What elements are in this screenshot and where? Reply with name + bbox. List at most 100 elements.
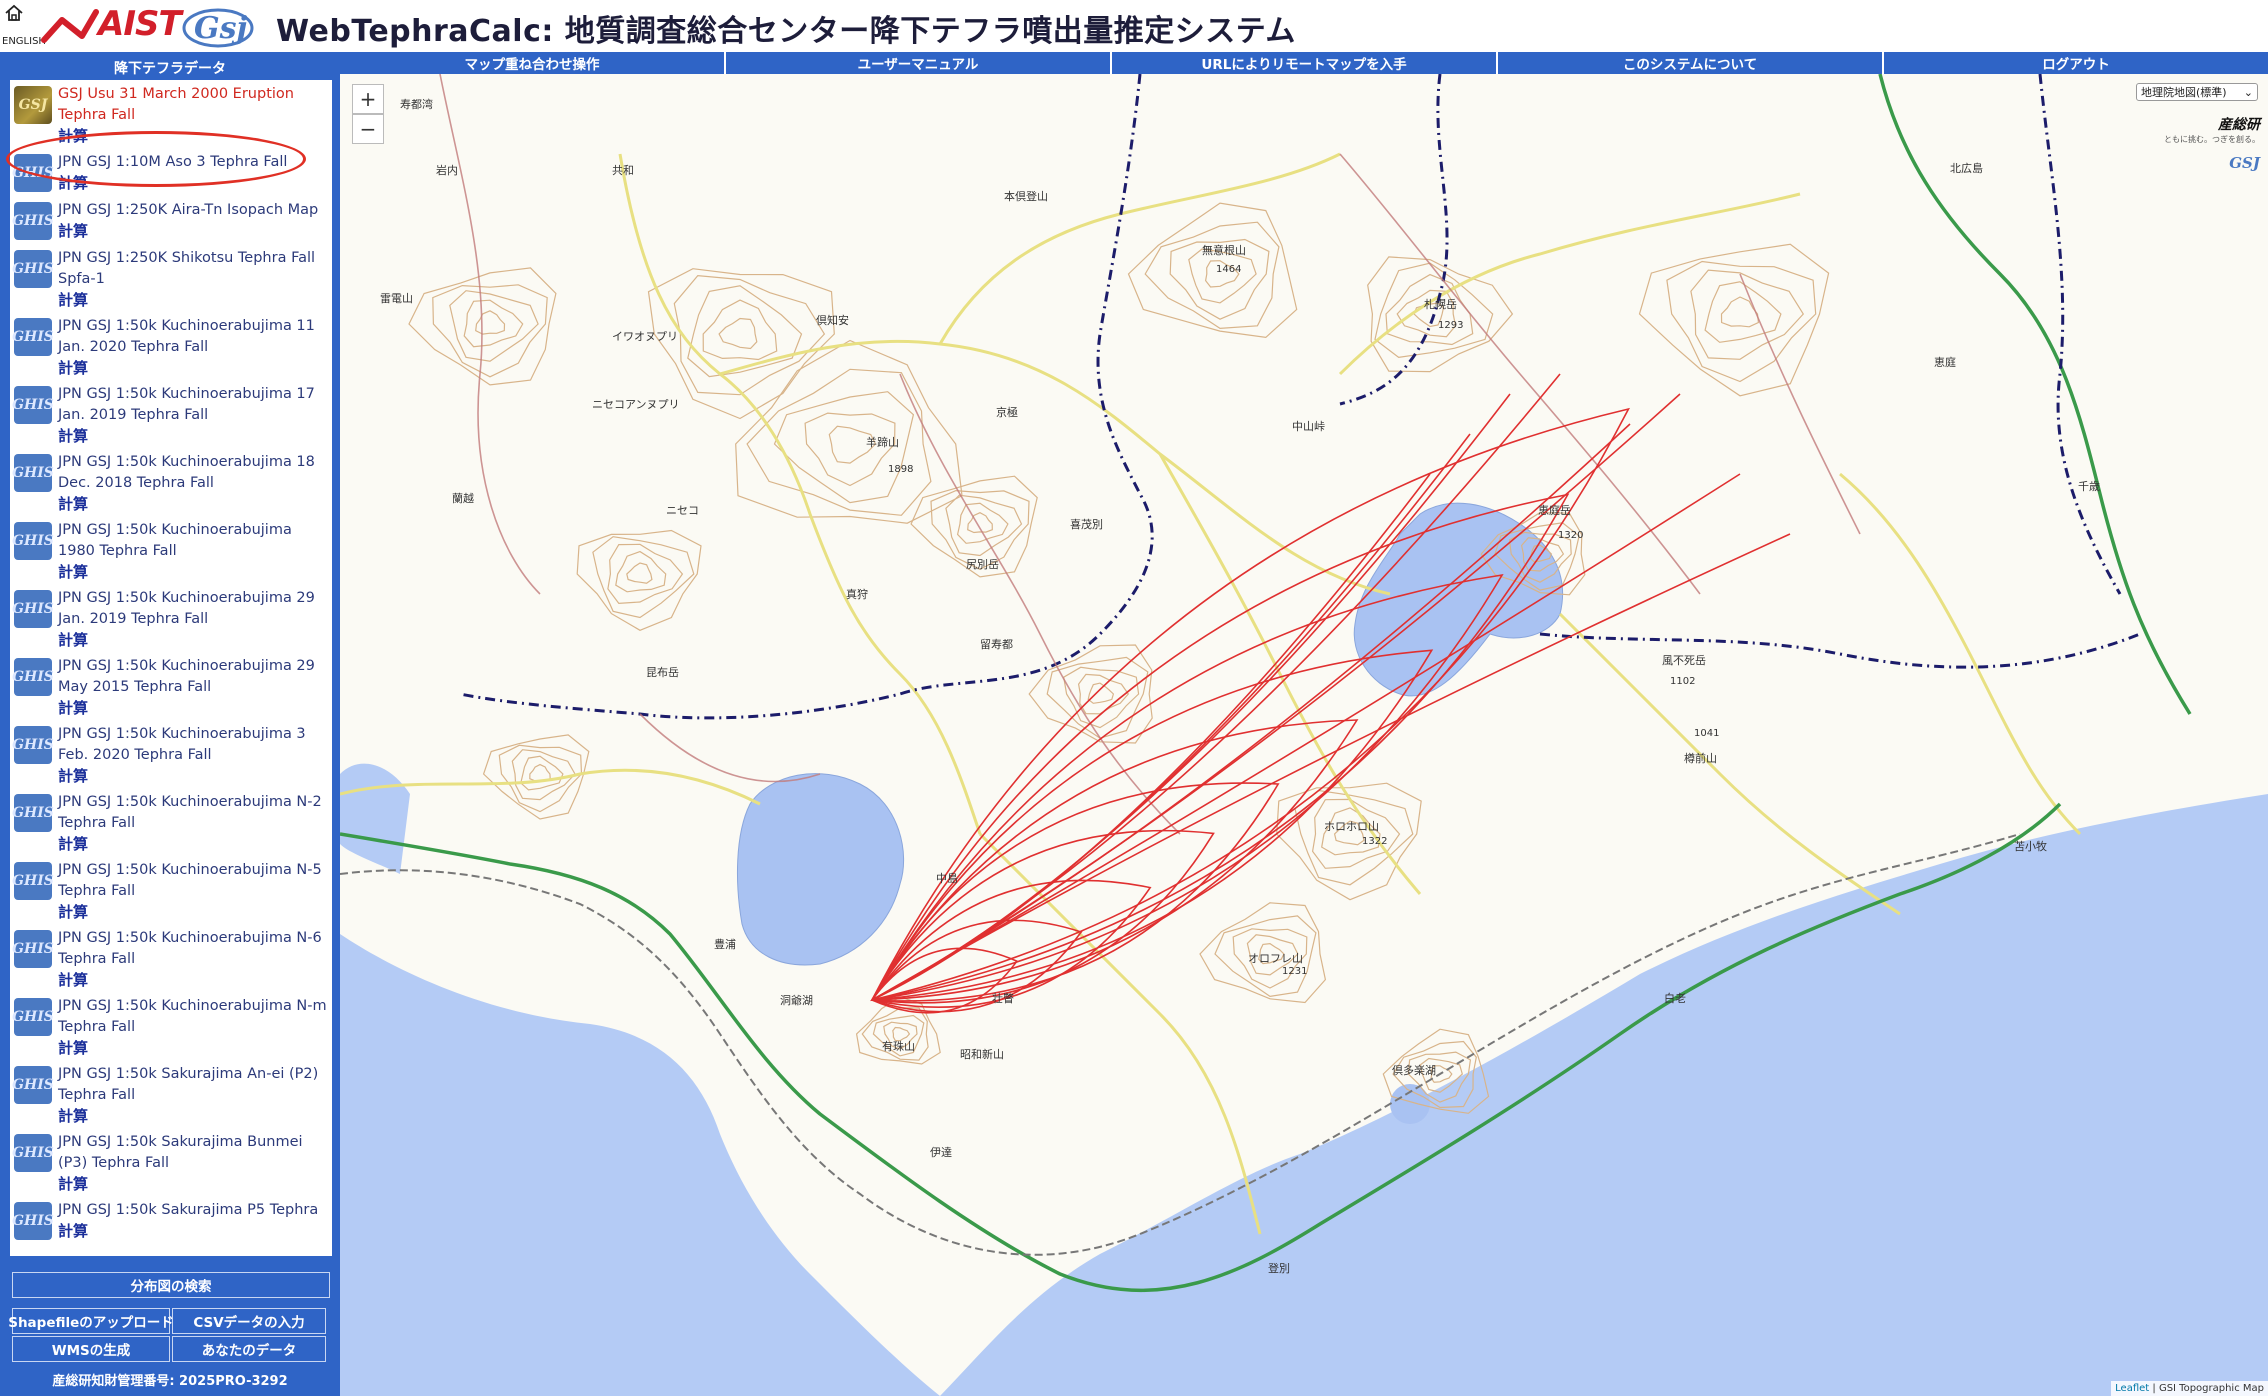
dataset-label[interactable]: JPN GSJ 1:50k Kuchinoerabujima 1980 Teph… (58, 520, 328, 562)
calculate-link[interactable]: 計算 (58, 1221, 328, 1241)
map-label-shiraoi: 白老 (1664, 992, 1686, 1005)
nav-logout[interactable]: ログアウト (1884, 52, 2268, 74)
dataset-item[interactable]: GHIS JPN GSJ 1:50k Kuchinoerabujima 18 De… (10, 448, 332, 516)
wms-generate-button[interactable]: WMSの生成 (12, 1336, 170, 1362)
dataset-label[interactable]: JPN GSJ 1:50k Kuchinoerabujima 17 Jan. 2… (58, 384, 328, 426)
dataset-label[interactable]: JPN GSJ 1:50k Sakurajima An-ei (P2) Teph… (58, 1064, 328, 1106)
calculate-link[interactable]: 計算 (58, 173, 328, 193)
gsj-mini-logo: GSJ (2229, 154, 2260, 172)
dataset-label[interactable]: JPN GSJ 1:50k Kuchinoerabujima 18 Dec. 2… (58, 452, 328, 494)
nav-remote-map[interactable]: URLによりリモートマップを入手 (1112, 52, 1498, 74)
map-label-rankoshi: 蘭越 (452, 492, 474, 505)
zoom-in-button[interactable]: + (352, 84, 384, 114)
dataset-item[interactable]: GHIS JPN GSJ 1:50k Kuchinoerabujima 3 Feb… (10, 720, 332, 788)
dataset-label[interactable]: JPN GSJ 1:50k Kuchinoerabujima N-m Tephr… (58, 996, 328, 1038)
calculate-link[interactable]: 計算 (58, 698, 328, 718)
calculate-link[interactable]: 計算 (58, 221, 328, 241)
calculate-link[interactable]: 計算 (58, 426, 328, 446)
calculate-link[interactable]: 計算 (58, 970, 328, 990)
calculate-link[interactable]: 計算 (58, 834, 328, 854)
calculate-link[interactable]: 計算 (58, 562, 328, 582)
calculate-link[interactable]: 計算 (58, 290, 328, 310)
dataset-item[interactable]: GHIS JPN GSJ 1:250K Aira-Tn Isopach Map 計算 (10, 196, 332, 244)
dataset-item[interactable]: GHIS JPN GSJ 1:50k Kuchinoerabujima 1980 … (10, 516, 332, 584)
dataset-thumbnail-icon: GHIS (12, 658, 54, 696)
dataset-label[interactable]: JPN GSJ 1:250K Shikotsu Tephra Fall Spfa… (58, 248, 328, 290)
calculate-link[interactable]: 計算 (58, 902, 328, 922)
aist-logo-text: AIST (98, 4, 182, 44)
dataset-thumbnail-icon: GHIS (12, 386, 54, 424)
dataset-item[interactable]: GHIS JPN GSJ 1:50k Kuchinoerabujima N-6 T… (10, 924, 332, 992)
dataset-item[interactable]: GHIS JPN GSJ 1:50k Kuchinoerabujima N-5 T… (10, 856, 332, 924)
nav-about[interactable]: このシステムについて (1498, 52, 1884, 74)
dataset-label[interactable]: JPN GSJ 1:50k Kuchinoerabujima N-5 Tephr… (58, 860, 328, 902)
dataset-list[interactable]: GSJ GSJ Usu 31 March 2000 Eruption Tephra… (10, 80, 332, 1256)
zoom-out-button[interactable]: − (352, 114, 384, 144)
calculate-link[interactable]: 計算 (58, 126, 328, 146)
dataset-label[interactable]: JPN GSJ 1:50k Sakurajima P5 Tephra (58, 1200, 328, 1221)
map-label-elev-1231: 1231 (1282, 966, 1308, 977)
dataset-item[interactable]: GHIS JPN GSJ 1:50k Kuchinoerabujima 29 Ma… (10, 652, 332, 720)
dataset-item[interactable]: GHIS JPN GSJ 1:250K Shikotsu Tephra Fall … (10, 244, 332, 312)
search-distribution-button[interactable]: 分布図の検索 (12, 1272, 330, 1298)
map-label-kyogoku: 京極 (996, 406, 1018, 419)
dataset-item[interactable]: GSJ GSJ Usu 31 March 2000 Eruption Tephra… (10, 80, 332, 148)
dataset-label[interactable]: JPN GSJ 1:50k Kuchinoerabujima 29 May 20… (58, 656, 328, 698)
header: ENGLISH AIST Gsj WebTephraCalc: 地質調査総合セン… (0, 0, 2268, 50)
dataset-item[interactable]: GHIS JPN GSJ 1:50k Sakurajima An-ei (P2) … (10, 1060, 332, 1128)
dataset-label[interactable]: JPN GSJ 1:50k Kuchinoerabujima 11 Jan. 2… (58, 316, 328, 358)
calculate-link[interactable]: 計算 (58, 1038, 328, 1058)
dataset-thumbnail-icon: GHIS (12, 522, 54, 560)
map-label-tomakomai: 苫小牧 (2014, 840, 2047, 853)
dataset-thumbnail-icon: GHIS (12, 862, 54, 900)
dataset-item[interactable]: GHIS JPN GSJ 1:10M Aso 3 Tephra Fall 計算 (10, 148, 332, 196)
map-label-niseko-annupuri: ニセコアンヌプリ (592, 398, 680, 411)
map-label-kyowa: 共和 (612, 164, 634, 177)
nav-map-overlay[interactable]: マップ重ね合わせ操作 (340, 52, 726, 74)
map-label-usu: 有珠山 (882, 1040, 915, 1053)
dataset-label[interactable]: JPN GSJ 1:10M Aso 3 Tephra Fall (58, 152, 328, 173)
calculate-link[interactable]: 計算 (58, 630, 328, 650)
dataset-item[interactable]: GHIS JPN GSJ 1:50k Sakurajima P5 Tephra 計算 (10, 1196, 332, 1244)
your-data-button[interactable]: あなたのデータ (172, 1336, 326, 1362)
nav-user-manual[interactable]: ユーザーマニュアル (726, 52, 1112, 74)
dataset-label[interactable]: JPN GSJ 1:50k Sakurajima Bunmei (P3) Tep… (58, 1132, 328, 1174)
dataset-label[interactable]: JPN GSJ 1:50k Kuchinoerabujima 3 Feb. 20… (58, 724, 328, 766)
dataset-item[interactable]: GHIS JPN GSJ 1:50k Kuchinoerabujima 17 Ja… (10, 380, 332, 448)
dataset-label[interactable]: JPN GSJ 1:250K Aira-Tn Isopach Map (58, 200, 328, 221)
map-label-rusutsu: 留寿都 (980, 638, 1013, 651)
home-icon[interactable] (4, 4, 24, 22)
dataset-thumbnail-icon: GHIS (12, 202, 54, 240)
dataset-thumbnail-icon: GHIS (12, 1202, 54, 1240)
dataset-item[interactable]: GHIS JPN GSJ 1:50k Kuchinoerabujima 11 Ja… (10, 312, 332, 380)
svg-text:Gsj: Gsj (194, 11, 248, 46)
dataset-item[interactable]: GHIS JPN GSJ 1:50k Kuchinoerabujima N-2 T… (10, 788, 332, 856)
dataset-label[interactable]: GSJ Usu 31 March 2000 Eruption Tephra Fa… (58, 84, 328, 126)
dataset-thumbnail-icon: GHIS (12, 154, 54, 192)
map-label-horohoro: ホロホロ山 (1324, 820, 1379, 833)
map-label-iwaonupuri: イワオヌプリ (612, 330, 678, 343)
map-label-niseko: ニセコ (666, 504, 699, 517)
dataset-label[interactable]: JPN GSJ 1:50k Kuchinoerabujima 29 Jan. 2… (58, 588, 328, 630)
calculate-link[interactable]: 計算 (58, 358, 328, 378)
csv-input-button[interactable]: CSVデータの入力 (172, 1308, 326, 1334)
calculate-link[interactable]: 計算 (58, 494, 328, 514)
shapefile-upload-button[interactable]: Shapefileのアップロード (8, 1308, 174, 1334)
map-canvas[interactable] (340, 74, 2268, 1396)
dataset-thumbnail-icon: GHIS (12, 1066, 54, 1104)
calculate-link[interactable]: 計算 (58, 1174, 328, 1194)
dataset-label[interactable]: JPN GSJ 1:50k Kuchinoerabujima N-6 Tephr… (58, 928, 328, 970)
map-label-showashinzan: 昭和新山 (960, 1048, 1004, 1061)
leaflet-link[interactable]: Leaflet (2115, 1383, 2149, 1394)
dataset-item[interactable]: GHIS JPN GSJ 1:50k Kuchinoerabujima 29 Ja… (10, 584, 332, 652)
base-layer-select[interactable]: 地理院地図(標準) ⌄ (2136, 83, 2258, 101)
dataset-item[interactable]: GHIS JPN GSJ 1:50k Sakurajima Bunmei (P3)… (10, 1128, 332, 1196)
map-view[interactable]: 寿都湾 岩内 共和 雷電山 イワオヌプリ ニセコアンヌプリ 倶知安 羊蹄山 京極… (340, 74, 2268, 1396)
dataset-item[interactable]: GHIS JPN GSJ 1:50k Kuchinoerabujima N-m T… (10, 992, 332, 1060)
calculate-link[interactable]: 計算 (58, 1106, 328, 1126)
dataset-label[interactable]: JPN GSJ 1:50k Kuchinoerabujima N-2 Tephr… (58, 792, 328, 834)
calculate-link[interactable]: 計算 (58, 766, 328, 786)
map-label-elev-1898: 1898 (888, 464, 914, 475)
map-label-orofure: オロフレ山 (1248, 952, 1303, 965)
map-label-shiribetsu: 尻別岳 (966, 558, 999, 571)
